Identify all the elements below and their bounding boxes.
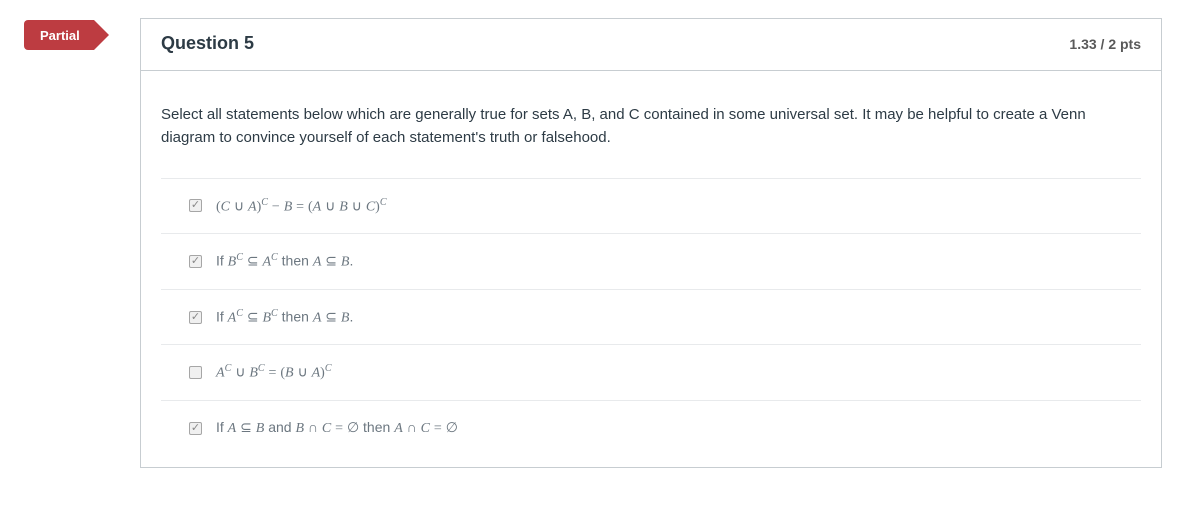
- answer-text: If BC ⊆ AC then A ⊆ B.: [216, 252, 353, 271]
- question-title: Question 5: [161, 33, 254, 54]
- answer-text: AC ∪ BC = (B ∪ A)C: [216, 363, 332, 382]
- answers-list: (C ∪ A)C − B = (A ∪ B ∪ C)C If BC ⊆ AC th…: [161, 178, 1141, 456]
- answer-text: (C ∪ A)C − B = (A ∪ B ∪ C)C: [216, 197, 387, 216]
- question-points: 1.33 / 2 pts: [1069, 36, 1141, 52]
- question-card: Question 5 1.33 / 2 pts Select all state…: [140, 18, 1162, 468]
- question-prompt: Select all statements below which are ge…: [161, 103, 1141, 150]
- answer-row: AC ∪ BC = (B ∪ A)C: [161, 345, 1141, 401]
- answer-row: If A ⊆ B and B ∩ C = ∅ then A ∩ C = ∅: [161, 401, 1141, 455]
- answer-text: If AC ⊆ BC then A ⊆ B.: [216, 308, 353, 327]
- answer-row: (C ∪ A)C − B = (A ∪ B ∪ C)C: [161, 179, 1141, 235]
- answer-row: If AC ⊆ BC then A ⊆ B.: [161, 290, 1141, 346]
- answer-checkbox[interactable]: [189, 311, 202, 324]
- answer-checkbox[interactable]: [189, 366, 202, 379]
- partial-badge: Partial: [24, 20, 94, 50]
- question-body: Select all statements below which are ge…: [141, 71, 1161, 467]
- answer-row: If BC ⊆ AC then A ⊆ B.: [161, 234, 1141, 290]
- question-header: Question 5 1.33 / 2 pts: [141, 19, 1161, 71]
- answer-checkbox[interactable]: [189, 255, 202, 268]
- answer-checkbox[interactable]: [189, 422, 202, 435]
- answer-checkbox[interactable]: [189, 199, 202, 212]
- answer-text: If A ⊆ B and B ∩ C = ∅ then A ∩ C = ∅: [216, 419, 458, 437]
